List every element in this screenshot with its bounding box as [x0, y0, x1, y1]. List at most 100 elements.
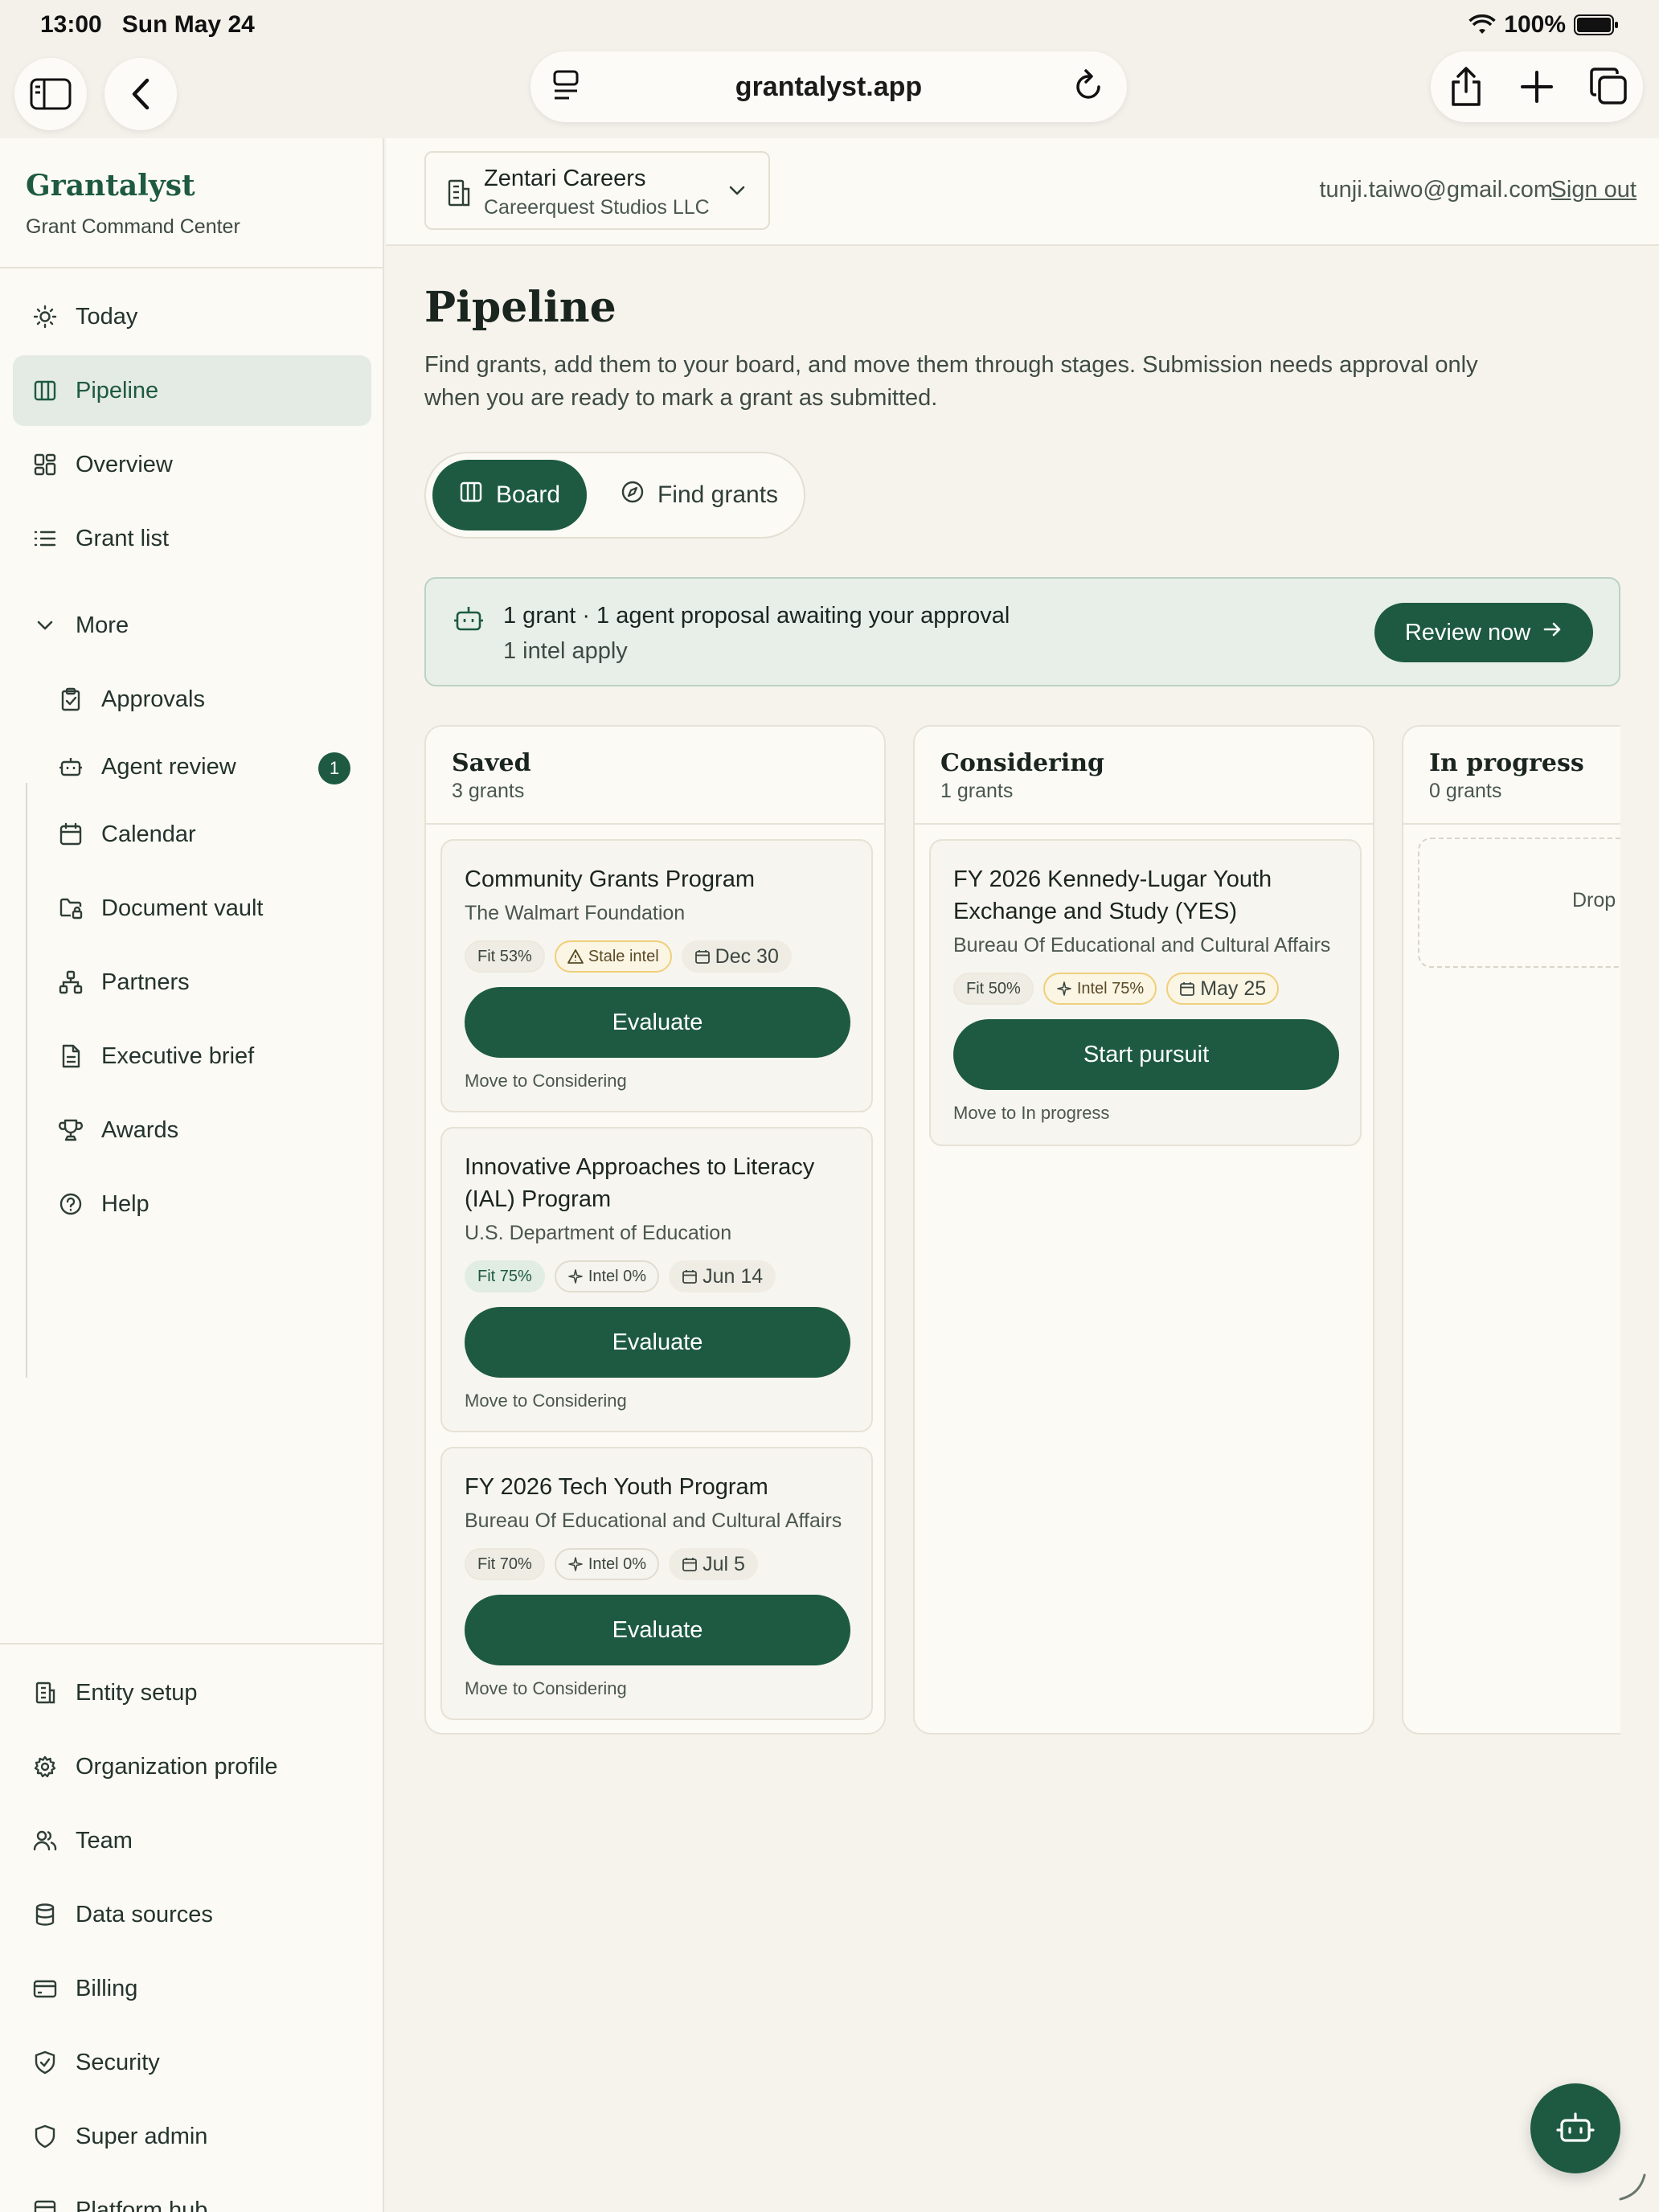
org-name: Zentari Careers: [484, 166, 646, 191]
new-tab-icon[interactable]: [1519, 69, 1555, 109]
grant-chips: Fit 50% Intel 75% May 25: [953, 973, 1280, 1005]
brand-subtitle: Grant Command Center: [26, 215, 240, 238]
reload-icon[interactable]: [1072, 68, 1104, 110]
approval-title: 1 grant · 1 agent proposal awaiting your…: [503, 603, 1010, 629]
nav-label: Executive brief: [101, 1043, 255, 1069]
sidebar-toggle-button[interactable]: [14, 58, 87, 130]
nav-item-today[interactable]: Today: [13, 281, 371, 352]
approval-banner: 1 grant · 1 agent proposal awaiting your…: [424, 577, 1620, 686]
tab-find-grants[interactable]: Find grants: [600, 460, 799, 530]
button-label: Review now: [1404, 619, 1531, 645]
back-button[interactable]: [104, 58, 177, 130]
column-header: Considering 1 grants: [915, 727, 1373, 825]
shield-icon: [32, 2124, 58, 2149]
grant-card[interactable]: FY 2026 Kennedy-Lugar Youth Exchange and…: [929, 839, 1362, 1146]
grant-funder: The Walmart Foundation: [465, 902, 686, 924]
nav-item-executive-brief[interactable]: Executive brief: [40, 1022, 371, 1090]
nav-item-organization-profile[interactable]: Organization profile: [13, 1731, 371, 1802]
start-pursuit-button[interactable]: Start pursuit: [953, 1019, 1339, 1090]
brand-name[interactable]: Grantalyst: [26, 169, 195, 203]
status-time: 13:00 Sun May 24: [40, 11, 255, 39]
nav-item-platform-hub[interactable]: Platform hub: [13, 2175, 371, 2212]
tab-label: Board: [495, 481, 561, 508]
move-to-in-progress-link[interactable]: Move to In progress: [953, 1103, 1109, 1124]
nav-item-grant-list[interactable]: Grant list: [13, 503, 371, 574]
status-bar: 13:00 Sun May 24 100%: [0, 0, 1659, 51]
resize-handle-icon[interactable]: [1616, 2170, 1648, 2202]
grant-funder: U.S. Department of Education: [465, 1222, 732, 1244]
deadline-badge: May 25: [1166, 973, 1280, 1005]
network-icon: [58, 969, 84, 995]
intel-badge: Stale intel: [554, 940, 672, 973]
intel-badge: Intel 0%: [554, 1548, 660, 1580]
nav-label: Billing: [76, 1975, 138, 2001]
nav-item-agent-review[interactable]: Agent review 1: [40, 733, 371, 801]
nav-item-calendar[interactable]: Calendar: [40, 801, 371, 868]
nav-label: Grant list: [76, 525, 170, 551]
calendar-icon: [682, 1270, 697, 1284]
nav-item-partners[interactable]: Partners: [40, 948, 371, 1016]
nav-item-overview[interactable]: Overview: [13, 429, 371, 500]
org-switcher[interactable]: Zentari Careers Careerquest Studios LLC: [424, 151, 770, 230]
column-in-progress: In progress 0 grants Drop grants here: [1402, 725, 1620, 1735]
nav-item-pipeline[interactable]: Pipeline: [13, 355, 371, 426]
status-clock: 13:00: [40, 11, 102, 38]
chevron-down-icon: [727, 180, 748, 205]
battery-icon: [1574, 14, 1618, 35]
grant-card[interactable]: Community Grants Program The Walmart Fou…: [440, 839, 873, 1112]
compass-icon: [621, 480, 645, 510]
nav-item-super-admin[interactable]: Super admin: [13, 2101, 371, 2172]
grant-chips: Fit 75% Intel 0% Jun 14: [465, 1260, 776, 1292]
nav-item-approvals[interactable]: Approvals: [40, 666, 371, 733]
review-now-button[interactable]: Review now: [1374, 603, 1593, 662]
arrow-right-icon: [1542, 619, 1563, 646]
intel-label: Intel 0%: [588, 1555, 647, 1573]
nav-label: Data sources: [76, 1901, 213, 1927]
intel-label: Stale intel: [588, 947, 659, 965]
move-to-considering-link[interactable]: Move to Considering: [465, 1391, 627, 1411]
tabs-icon[interactable]: [1588, 66, 1628, 110]
calendar-icon: [58, 821, 84, 847]
column-count: 3 grants: [452, 780, 525, 802]
nav-label: Security: [76, 2049, 160, 2075]
intel-label: Intel 0%: [588, 1267, 647, 1285]
nav-label: Agent review: [101, 753, 236, 780]
more-toggle[interactable]: More: [13, 590, 371, 661]
columns-icon: [32, 378, 58, 403]
column-count: 0 grants: [1429, 780, 1502, 802]
deadline-badge: Jun 14: [669, 1260, 776, 1292]
nav-item-document-vault[interactable]: Document vault: [40, 875, 371, 942]
page-menu-icon[interactable]: [553, 69, 580, 110]
sign-out-link[interactable]: Sign out: [1551, 177, 1636, 203]
evaluate-button[interactable]: Evaluate: [465, 1307, 850, 1378]
user-email: tunji.taiwo@gmail.com: [1319, 177, 1553, 203]
tab-board[interactable]: Board: [432, 460, 587, 530]
app-topbar: Zentari Careers Careerquest Studios LLC …: [386, 138, 1659, 246]
nav-item-team[interactable]: Team: [13, 1805, 371, 1876]
fit-badge: Fit 75%: [465, 1260, 545, 1292]
agent-review-count-badge: 1: [318, 752, 350, 784]
move-to-considering-link[interactable]: Move to Considering: [465, 1071, 627, 1092]
nav-item-security[interactable]: Security: [13, 2027, 371, 2098]
nav-label: Today: [76, 303, 138, 330]
nav-item-billing[interactable]: Billing: [13, 1953, 371, 2024]
drop-zone[interactable]: Drop grants here: [1418, 838, 1620, 968]
nav-item-data-sources[interactable]: Data sources: [13, 1879, 371, 1950]
move-to-considering-link[interactable]: Move to Considering: [465, 1678, 627, 1699]
grant-card[interactable]: Innovative Approaches to Literacy (IAL) …: [440, 1127, 873, 1432]
share-icon[interactable]: [1448, 66, 1484, 112]
nav-item-help[interactable]: Help: [40, 1170, 371, 1238]
org-legal-name: Careerquest Studios LLC: [484, 196, 710, 219]
nav-item-awards[interactable]: Awards: [40, 1096, 371, 1164]
nav-item-entity-setup[interactable]: Entity setup: [13, 1657, 371, 1728]
address-bar[interactable]: grantalyst.app: [530, 51, 1127, 122]
column-considering: Considering 1 grants FY 2026 Kennedy-Lug…: [913, 725, 1374, 1735]
nav-label: Calendar: [101, 821, 196, 847]
grant-card[interactable]: FY 2026 Tech Youth Program Bureau Of Edu…: [440, 1447, 873, 1720]
drop-zone-text: Drop grants here: [1572, 889, 1620, 911]
evaluate-button[interactable]: Evaluate: [465, 1595, 850, 1665]
grant-chips: Fit 53% Stale intel Dec 30: [465, 940, 792, 973]
assistant-fab[interactable]: [1530, 2083, 1620, 2173]
evaluate-button[interactable]: Evaluate: [465, 987, 850, 1058]
intel-badge: Intel 0%: [554, 1260, 660, 1292]
